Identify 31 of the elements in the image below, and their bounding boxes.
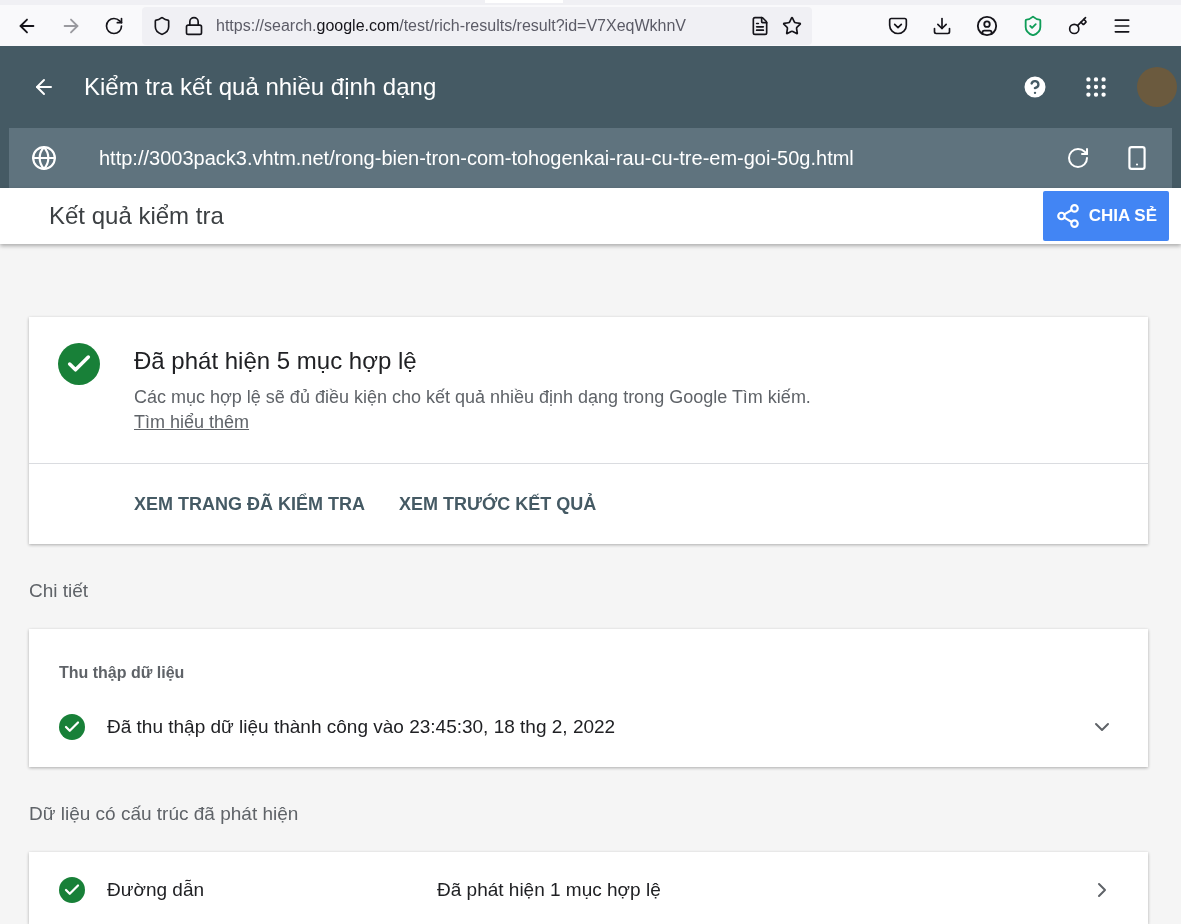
reload-icon[interactable] [104,15,124,36]
shield-check-icon[interactable] [1022,14,1044,37]
summary-heading: Đã phát hiện 5 mục hợp lệ [134,346,418,376]
globe-icon [31,145,57,172]
shield-icon [152,15,172,36]
key-icon[interactable] [1068,15,1088,36]
account-icon[interactable] [976,14,998,37]
crawl-status: Đã thu thập dữ liệu thành công vào 23:45:30, 18 thg 2, 2022 [107,714,617,739]
share-icon [1054,203,1081,230]
address-text: https://search.google.com/test/rich-results/result?id=V7XeqWkhnV [216,15,687,36]
section-heading: Chi tiết [29,579,90,603]
reader-icon[interactable] [750,15,770,36]
refresh-icon[interactable] [1066,146,1090,171]
address-bar[interactable]: https://search.google.com/test/rich-results/result?id=V7XeqWkhnV [142,6,812,45]
share-button[interactable]: CHIA SẺ [1042,191,1169,242]
section-heading: Dữ liệu có cấu trúc đã phát hiện [29,802,300,826]
card-title: Thu thập dữ liệu [59,662,186,683]
action-button[interactable]: XEM TRANG ĐÃ KIỂM TRA [122,482,377,526]
structured-row[interactable]: Đường dẫn Đã phát hiện 1 mục hợp lệ [59,875,1114,904]
lock-icon [184,15,204,36]
item-type: Đường dẫn [107,877,205,902]
summary-description: Các mục hợp lệ sẽ đủ điều kiện cho kết quả nhiều định dạng trong Google Tìm kiếm. Tìm hiểu thêm [134,386,812,434]
results-title: Kết quả kiểm tra [49,201,225,232]
tested-url: http://3003pack3.vhtm.net/rong-bien-tron-com-tohogenkai-rau-cu-tre-em-goi-50g.html [99,146,855,172]
pocket-icon[interactable] [888,15,908,36]
action-button[interactable]: XEM TRƯỚC KẾT QUẢ [387,482,609,526]
download-icon[interactable] [932,15,952,36]
app-title: Kiểm tra kết quả nhiều định dạng [84,72,438,103]
item-result: Đã phát hiện 1 mục hợp lệ [437,877,662,902]
learn-more-link[interactable]: Tìm hiểu thêm [134,412,250,432]
star-icon[interactable] [782,15,802,36]
